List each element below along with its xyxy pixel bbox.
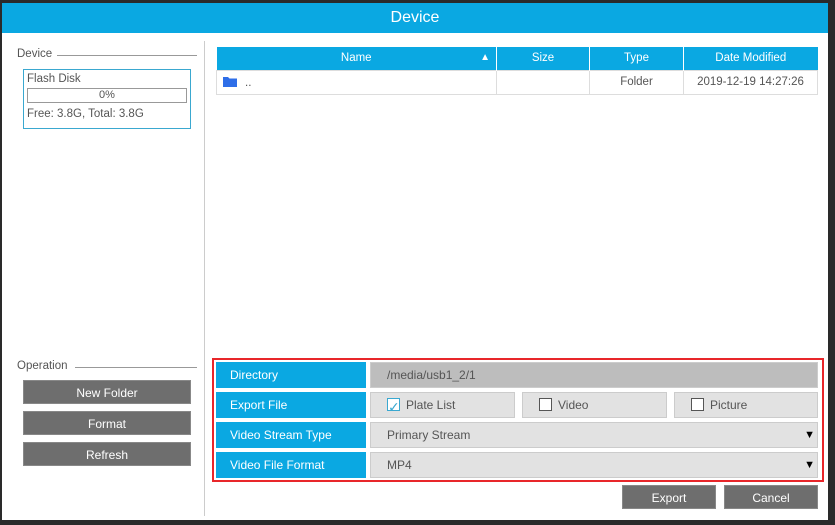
file-table: Name ▲ Size Type Date Modified .. Folder …	[216, 47, 818, 95]
directory-field: /media/usb1_2/1	[370, 362, 818, 388]
checkbox-checked-icon	[387, 395, 400, 419]
plate-list-label: Plate List	[406, 398, 456, 412]
folder-icon	[223, 76, 237, 87]
disk-space: Free: 3.8G, Total: 3.8G	[27, 108, 144, 120]
disk-name: Flash Disk	[27, 73, 81, 85]
flash-disk-card[interactable]: Flash Disk 0% Free: 3.8G, Total: 3.8G	[23, 69, 191, 129]
video-label: Video	[558, 398, 589, 412]
checkbox-unchecked-icon	[691, 398, 704, 411]
divider	[75, 367, 197, 368]
dropdown-arrow-icon: ▼	[804, 429, 815, 441]
format-button[interactable]: Format	[23, 411, 191, 435]
export-button[interactable]: Export	[622, 485, 716, 509]
stream-type-select[interactable]: Primary Stream ▼	[370, 422, 818, 448]
refresh-button[interactable]: Refresh	[23, 442, 191, 466]
file-format-value: MP4	[387, 458, 412, 472]
picture-checkbox[interactable]: Picture	[674, 392, 818, 418]
cancel-button[interactable]: Cancel	[724, 485, 818, 509]
stream-type-label: Video Stream Type	[216, 422, 366, 448]
disk-usage-bar: 0%	[27, 88, 187, 103]
file-date: 2019-12-19 14:27:26	[683, 69, 818, 95]
export-file-label: Export File	[216, 392, 366, 418]
col-date[interactable]: Date Modified	[683, 47, 818, 70]
file-size	[496, 69, 590, 95]
picture-label: Picture	[710, 398, 748, 412]
file-name: ..	[245, 76, 252, 89]
panel-divider	[204, 41, 205, 516]
col-size[interactable]: Size	[496, 47, 590, 70]
stream-type-value: Primary Stream	[387, 428, 471, 442]
file-type: Folder	[589, 69, 684, 95]
new-folder-button[interactable]: New Folder	[23, 380, 191, 404]
sort-asc-icon: ▲	[480, 52, 490, 64]
operation-legend: Operation	[17, 360, 68, 372]
dropdown-arrow-icon: ▼	[804, 459, 815, 471]
divider	[57, 55, 197, 56]
directory-label: Directory	[216, 362, 366, 388]
device-dialog: Device Device Flash Disk 0% Free: 3.8G, …	[2, 3, 828, 520]
table-row[interactable]: .. Folder 2019-12-19 14:27:26	[216, 69, 818, 95]
file-format-label: Video File Format	[216, 452, 366, 478]
checkbox-unchecked-icon	[539, 398, 552, 411]
device-legend: Device	[17, 48, 53, 60]
plate-list-checkbox[interactable]: Plate List	[370, 392, 515, 419]
dialog-title: Device	[2, 3, 828, 33]
col-name-label: Name	[340, 52, 372, 65]
video-checkbox[interactable]: Video	[522, 392, 667, 418]
col-type[interactable]: Type	[589, 47, 684, 70]
file-format-select[interactable]: MP4 ▼	[370, 452, 818, 478]
col-name[interactable]: Name ▲	[216, 47, 497, 70]
